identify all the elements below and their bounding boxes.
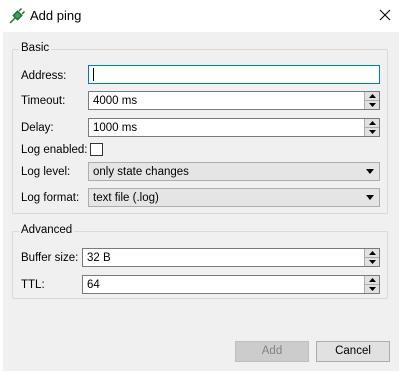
timeout-spinbox[interactable]: 4000 ms [88,91,380,110]
arrow-up-icon [368,251,376,255]
log-level-select[interactable]: only state changes [88,162,380,181]
delay-decrement-button[interactable] [364,127,379,136]
arrow-up-icon [368,94,376,98]
buffer-size-spin-buttons [364,249,379,266]
address-input[interactable] [88,65,380,84]
close-icon [379,9,391,24]
arrow-down-icon [368,130,376,134]
ttl-decrement-button[interactable] [364,284,379,293]
arrow-down-icon [368,103,376,107]
ttl-increment-button[interactable] [364,276,379,284]
log-level-label: Log level: [21,166,71,178]
delay-increment-button[interactable] [364,119,379,127]
buffer-size-value: 32 B [87,252,111,264]
dialog-body: Basic Address: Timeout: 4000 ms Delay: 1… [3,32,399,371]
cancel-button[interactable]: Cancel [316,341,390,362]
text-caret [93,68,94,81]
chevron-down-icon [366,169,374,174]
basic-group-label: Basic [19,42,52,54]
advanced-group-label: Advanced [19,224,75,236]
timeout-value: 4000 ms [93,95,138,107]
buffer-size-decrement-button[interactable] [364,257,379,266]
arrow-down-icon [368,260,376,264]
log-format-select[interactable]: text file (.log) [88,188,380,207]
window-title: Add ping [30,8,82,23]
buffer-size-label: Buffer size: [21,252,79,264]
arrow-down-icon [368,287,376,291]
log-level-value: only state changes [93,166,189,178]
timeout-decrement-button[interactable] [364,100,379,109]
delay-value: 1000 ms [93,122,138,134]
delay-spinbox[interactable]: 1000 ms [88,118,380,137]
arrow-up-icon [368,278,376,282]
address-label: Address: [21,70,67,82]
log-enabled-label: Log enabled: [21,144,88,156]
log-format-label: Log format: [21,192,80,204]
timeout-spin-buttons [364,92,379,109]
log-format-value: text file (.log) [93,192,159,204]
ttl-spin-buttons [364,276,379,293]
ttl-label: TTL: [21,279,45,291]
timeout-label: Timeout: [21,95,66,107]
add-button[interactable]: Add [235,341,309,362]
title-bar: Add ping [0,0,402,32]
plug-icon [8,7,26,25]
arrow-up-icon [368,121,376,125]
chevron-down-icon [366,195,374,200]
buffer-size-increment-button[interactable] [364,249,379,257]
ttl-value: 64 [87,279,100,291]
delay-label: Delay: [21,122,54,134]
log-enabled-checkbox[interactable] [90,143,103,156]
delay-spin-buttons [364,119,379,136]
close-button[interactable] [372,4,398,28]
buffer-size-spinbox[interactable]: 32 B [82,248,380,267]
timeout-increment-button[interactable] [364,92,379,100]
ttl-spinbox[interactable]: 64 [82,275,380,294]
